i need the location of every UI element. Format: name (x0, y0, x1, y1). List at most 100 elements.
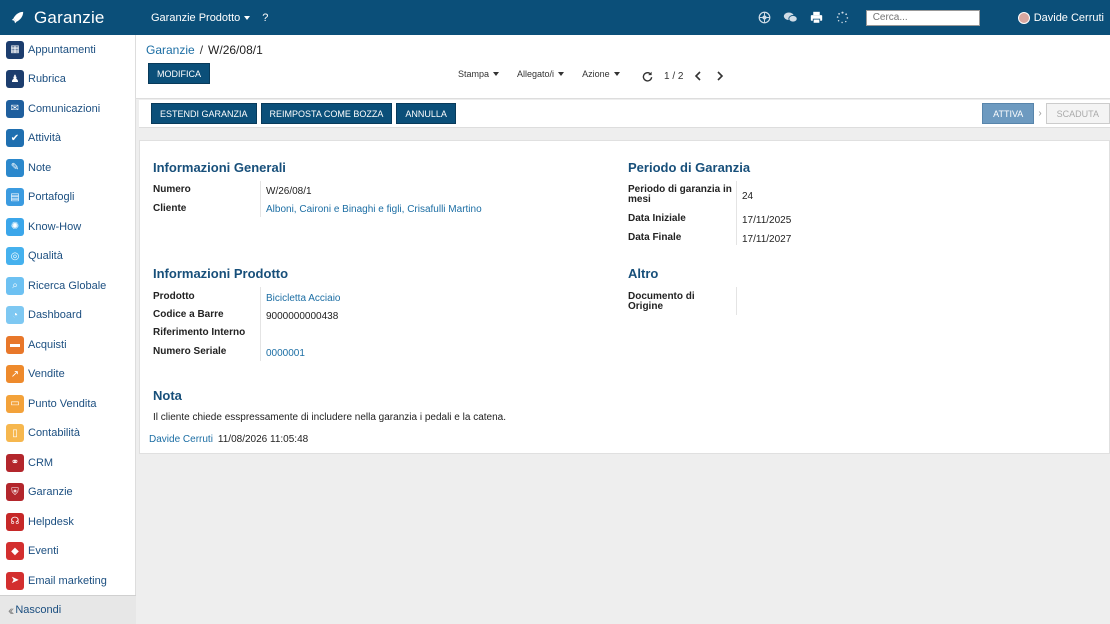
search-icon: ⌕ (6, 276, 24, 295)
sales-icon: ↗ (6, 365, 24, 384)
breadcrumb-separator: / (199, 43, 204, 57)
sidebar-item-label: Eventi (28, 545, 59, 558)
warranty-months-value: 24 (742, 191, 754, 202)
sidebar-item-note[interactable]: ✎ Note (0, 153, 135, 183)
wallet-icon: ▤ (6, 188, 24, 207)
note-meta: Davide Cerruti 11/08/2026 11:05:48 (149, 434, 308, 445)
sidebar-item-contabilità[interactable]: ▯ Contabilità (0, 419, 135, 449)
chevron-left-icon[interactable] (691, 69, 705, 83)
sidebar: ▦ Appuntamenti ♟ Rubrica ✉ Comunicazioni ✔ Atti… (0, 35, 136, 624)
sidebar-item-label: Email marketing (28, 574, 107, 587)
double-chevron-left-icon: ‹‹ (8, 602, 15, 618)
note-author-link[interactable]: Davide Cerruti (149, 434, 213, 445)
sidebar-item-label: Vendite (28, 368, 65, 381)
sidebar-item-appuntamenti[interactable]: ▦ Appuntamenti (0, 35, 135, 65)
sidebar-item-label: Acquisti (28, 338, 67, 351)
attachments-dropdown[interactable]: Allegato/i (517, 69, 565, 79)
sidebar-item-dashboard[interactable]: ◔ Dashboard (0, 301, 135, 331)
menu-garanzie-prodotto[interactable]: Garanzie Prodotto (151, 12, 251, 24)
sidebar-item-acquisti[interactable]: ▬ Acquisti (0, 330, 135, 360)
sidebar-collapse-label: Nascondi (15, 604, 62, 616)
sidebar-item-label: Note (28, 161, 52, 174)
barcode-label: Codice a Barre (153, 309, 224, 320)
sidebar-item-label: Appuntamenti (28, 43, 96, 56)
sidebar-item-rubrica[interactable]: ♟ Rubrica (0, 65, 135, 95)
sidebar-item-label: Attività (28, 132, 62, 145)
warranty-months-label: Periodo di garanzia in mesi (628, 185, 732, 205)
refresh-icon[interactable] (640, 69, 654, 83)
activity-spinner-icon[interactable] (835, 10, 851, 26)
action-dropdown[interactable]: Azione (582, 69, 620, 79)
status-attiva[interactable]: ATTIVA (982, 103, 1035, 124)
action-dropdowns: Stampa Allegato/i Azione (458, 69, 638, 79)
status-scaduta[interactable]: SCADUTA (1045, 103, 1110, 124)
app-title: Garanzie (34, 7, 105, 27)
sidebar-collapse-button[interactable]: ‹‹ Nascondi (0, 595, 136, 624)
sidebar-item-punto-vendita[interactable]: ▭ Punto Vendita (0, 389, 135, 419)
headset-icon: ☊ (6, 512, 24, 531)
pager-value[interactable]: 1 / 2 (664, 71, 683, 82)
sidebar-item-crm[interactable]: ⚭ CRM (0, 448, 135, 478)
help-menu[interactable]: ? (262, 12, 268, 24)
sidebar-item-comunicazioni[interactable]: ✉ Comunicazioni (0, 94, 135, 124)
caret-down-icon (613, 72, 620, 76)
breadcrumb: Garanzie / W/26/08/1 (146, 43, 263, 57)
reset-to-draft-button[interactable]: REIMPOSTA COME BOZZA (260, 103, 393, 124)
user-menu[interactable]: Davide Cerruti (1017, 11, 1104, 24)
field-divider (260, 287, 261, 361)
extend-warranty-button[interactable]: ESTENDI GARANZIA (151, 103, 257, 124)
cliente-link[interactable]: Alboni, Caironi e Binaghi e figli, Crisa… (266, 204, 482, 215)
sidebar-item-label: Ricerca Globale (28, 279, 107, 292)
sidebar-item-garanzie[interactable]: ⛨ Garanzie (0, 478, 135, 508)
numero-label: Numero (153, 184, 191, 195)
section-title-period: Periodo di Garanzia (628, 160, 751, 175)
end-date-value: 17/11/2027 (742, 234, 792, 245)
section-title-general: Informazioni Generali (153, 160, 286, 175)
field-divider (736, 181, 737, 245)
start-date-label: Data Iniziale (628, 213, 686, 224)
message-icon: ✉ (6, 99, 24, 118)
print-icon[interactable] (809, 10, 825, 26)
sidebar-item-portafogli[interactable]: ▤ Portafogli (0, 183, 135, 213)
product-link[interactable]: Bicicletta Acciaio (266, 293, 340, 304)
edit-button[interactable]: MODIFICA (148, 63, 210, 84)
end-date-label: Data Finale (628, 232, 682, 243)
sidebar-item-email-marketing[interactable]: ➤ Email marketing (0, 566, 135, 596)
origin-document-label: Documento di Origine (628, 292, 695, 312)
caret-down-icon (558, 72, 565, 76)
breadcrumb-parent-link[interactable]: Garanzie (146, 43, 195, 57)
serial-number-link[interactable]: 0000001 (266, 348, 305, 359)
form-sheet: Informazioni Generali Numero W/26/08/1 C… (139, 140, 1110, 454)
sidebar-item-eventi[interactable]: ◆ Eventi (0, 537, 135, 567)
sidebar-item-label: Punto Vendita (28, 397, 97, 410)
print-dropdown-label: Stampa (458, 69, 490, 79)
chat-icon[interactable] (783, 10, 799, 26)
check-icon: ✔ (6, 129, 24, 148)
chevron-right-icon[interactable] (713, 69, 727, 83)
sidebar-item-ricerca-globale[interactable]: ⌕ Ricerca Globale (0, 271, 135, 301)
cancel-button[interactable]: ANNULLA (396, 103, 456, 124)
sidebar-item-qualità[interactable]: ◎ Qualità (0, 242, 135, 272)
quality-icon: ◎ (6, 247, 24, 266)
product-label: Prodotto (153, 291, 195, 302)
sidebar-item-label: Rubrica (28, 73, 66, 86)
sidebar-item-label: Qualità (28, 250, 63, 263)
sidebar-item-label: CRM (28, 456, 54, 469)
sidebar-item-label: Helpdesk (28, 515, 74, 528)
print-dropdown[interactable]: Stampa (458, 69, 500, 79)
avatar (1017, 11, 1030, 24)
sidebar-item-know-how[interactable]: ✺ Know-How (0, 212, 135, 242)
section-title-product: Informazioni Prodotto (153, 266, 289, 281)
user-name: Davide Cerruti (1033, 11, 1104, 24)
status-bar: ESTENDI GARANZIA REIMPOSTA COME BOZZA AN… (139, 100, 1110, 128)
numero-value: W/26/08/1 (266, 186, 312, 197)
search-input[interactable] (865, 9, 980, 26)
sidebar-item-attività[interactable]: ✔ Attività (0, 124, 135, 154)
settings-wheel-icon[interactable] (757, 10, 773, 26)
action-dropdown-label: Azione (582, 69, 610, 79)
note-text: Il cliente chiede esspressamente di incl… (153, 412, 506, 423)
sidebar-item-helpdesk[interactable]: ☊ Helpdesk (0, 507, 135, 537)
start-date-value: 17/11/2025 (742, 215, 792, 226)
note-icon: ✎ (6, 158, 24, 177)
sidebar-item-vendite[interactable]: ↗ Vendite (0, 360, 135, 390)
